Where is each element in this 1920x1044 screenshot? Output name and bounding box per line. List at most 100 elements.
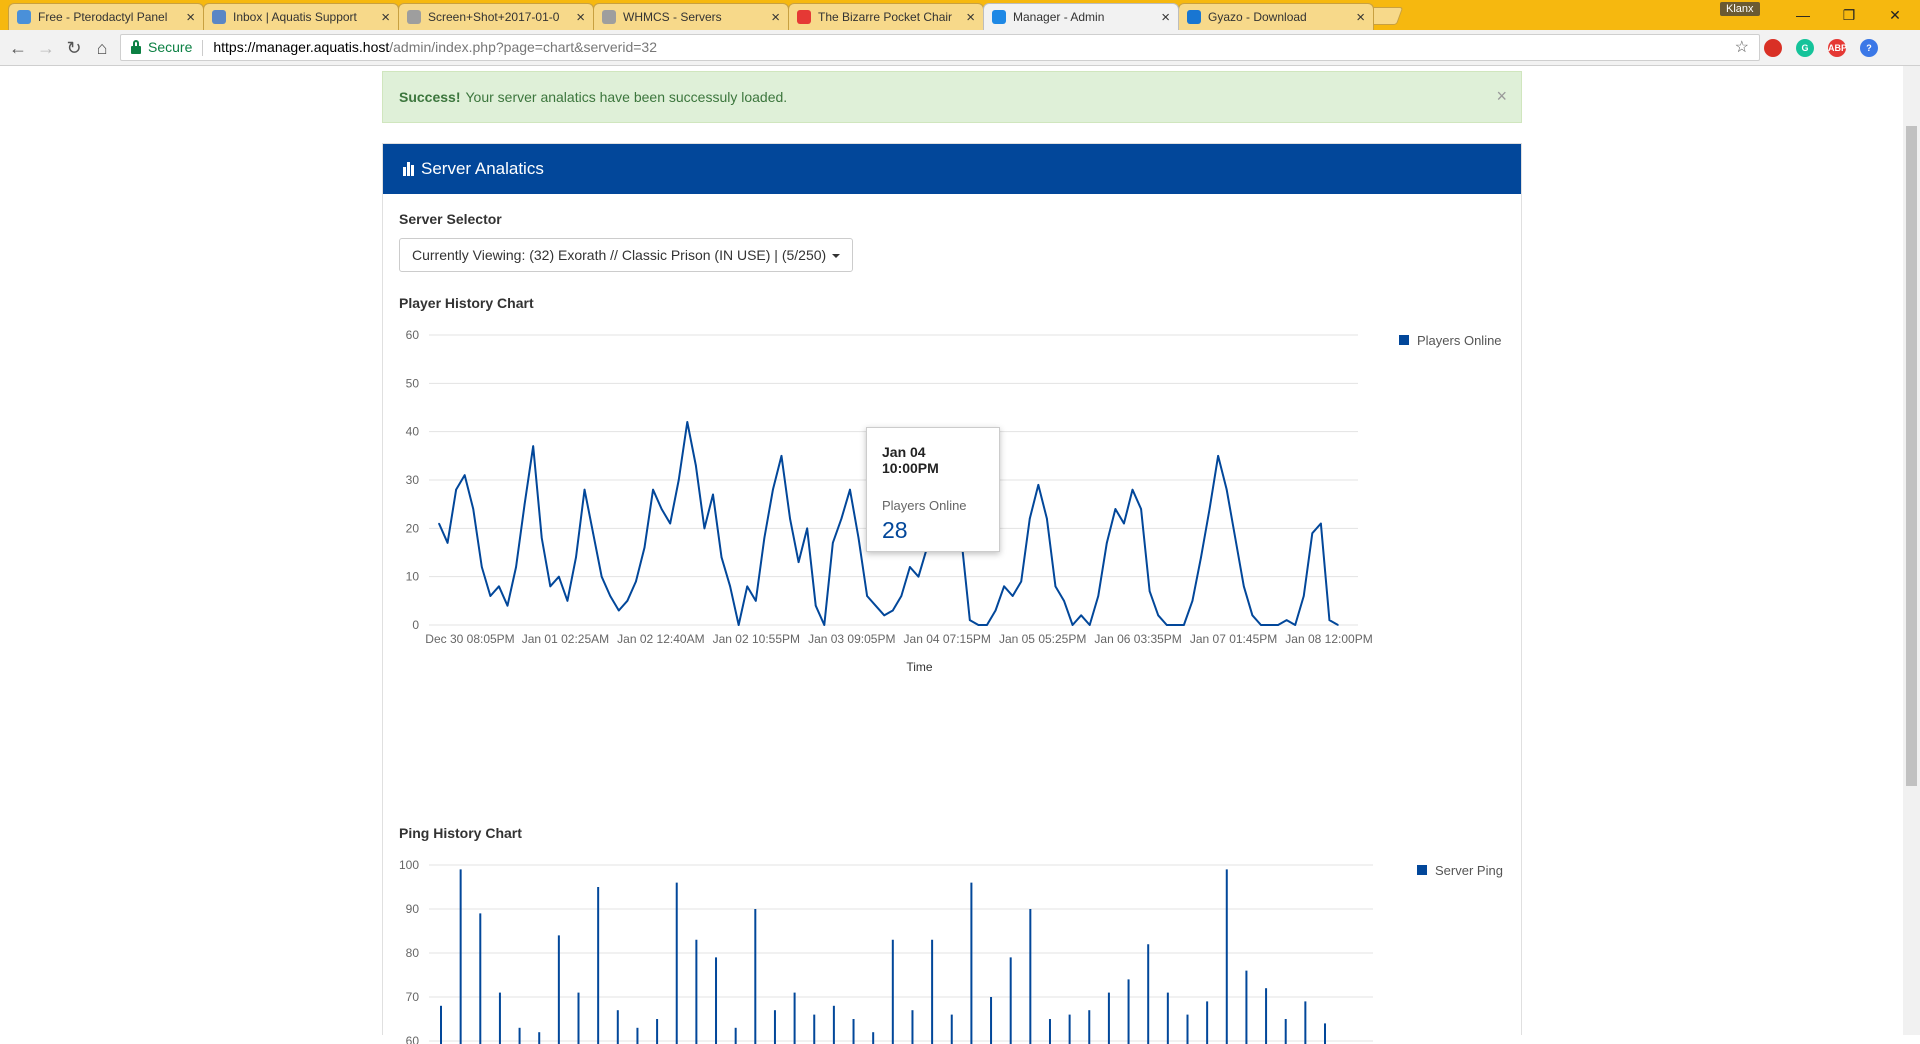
tab-title: Inbox | Aquatis Support xyxy=(233,10,357,24)
browser-tab[interactable]: The Bizarre Pocket Chair × xyxy=(788,3,984,30)
browser-tab[interactable]: Gyazo - Download × xyxy=(1178,3,1374,30)
data-point xyxy=(540,537,543,539)
data-point xyxy=(523,503,526,505)
tab-close-icon[interactable]: × xyxy=(186,9,195,26)
data-point xyxy=(643,546,646,549)
player-chart-title: Player History Chart xyxy=(399,295,534,311)
data-point xyxy=(866,595,868,597)
data-point xyxy=(874,604,877,607)
favicon-icon xyxy=(407,10,421,24)
x-tick-label: Jan 07 01:45PM xyxy=(1190,632,1277,646)
scrollbar-thumb[interactable] xyxy=(1906,126,1917,786)
data-point xyxy=(481,566,483,568)
gmail-ext-icon[interactable] xyxy=(1764,39,1782,57)
tab-close-icon[interactable]: × xyxy=(576,9,585,26)
data-point xyxy=(438,522,440,525)
data-point xyxy=(712,493,714,496)
minimize-icon[interactable]: — xyxy=(1788,4,1818,26)
home-icon[interactable]: ⌂ xyxy=(92,38,112,58)
omnibox-divider xyxy=(202,39,204,56)
data-point xyxy=(1148,590,1151,592)
grammarly-icon[interactable]: G xyxy=(1796,39,1814,57)
x-axis-label: Time xyxy=(906,660,933,674)
y-tick-label: 100 xyxy=(399,858,419,872)
data-point xyxy=(900,595,903,597)
tab-title: Screen+Shot+2017-01-0 xyxy=(428,10,560,24)
data-point xyxy=(1328,619,1331,621)
adblock-icon[interactable]: ABP xyxy=(1828,39,1847,57)
y-tick-label: 10 xyxy=(406,570,420,584)
data-point xyxy=(823,624,826,626)
tab-close-icon[interactable]: × xyxy=(1161,9,1170,26)
close-icon[interactable]: × xyxy=(1496,86,1507,107)
data-point xyxy=(1097,595,1100,597)
browser-tab[interactable]: Manager - Admin × xyxy=(983,3,1179,30)
reload-icon[interactable]: ↻ xyxy=(64,38,84,58)
data-point xyxy=(986,624,988,626)
tab-close-icon[interactable]: × xyxy=(381,9,390,26)
data-point xyxy=(797,561,800,563)
data-point xyxy=(763,537,766,539)
extension-icon[interactable]: ? xyxy=(1860,39,1878,57)
data-point xyxy=(1174,624,1177,626)
data-point xyxy=(703,527,706,530)
data-point xyxy=(1251,614,1254,617)
url-input[interactable]: Secure https://manager.aquatis.host/admi… xyxy=(120,34,1760,61)
data-point xyxy=(806,527,808,530)
chart-tooltip: Jan 04 10:00PM Players Online 28 xyxy=(866,427,1000,552)
browser-tab-strip: Klanx — ❐ ✕ Free - Pterodactyl Panel × Inb… xyxy=(0,0,1920,30)
close-window-icon[interactable]: ✕ xyxy=(1880,4,1910,26)
data-point xyxy=(994,609,997,612)
page-scrollbar[interactable] xyxy=(1903,66,1920,1035)
alert-message: Your server analatics have been successu… xyxy=(465,89,788,105)
data-point xyxy=(1037,484,1040,486)
browser-tab[interactable]: Free - Pterodactyl Panel × xyxy=(8,3,204,30)
server-selector-label: Server Selector xyxy=(399,211,502,227)
data-point xyxy=(498,585,500,588)
tab-title: Gyazo - Download xyxy=(1208,10,1307,24)
restore-icon[interactable]: ❐ xyxy=(1834,4,1864,26)
data-point xyxy=(455,488,457,491)
ping-history-chart: 60 70 80 90 100 Server Ping xyxy=(399,858,1503,1044)
x-tick-label: Jan 08 12:00PM xyxy=(1285,632,1372,646)
browser-tab[interactable]: Inbox | Aquatis Support × xyxy=(203,3,399,30)
tab-close-icon[interactable]: × xyxy=(966,9,975,26)
data-point xyxy=(626,600,629,602)
data-point xyxy=(1140,508,1142,510)
data-point xyxy=(1071,624,1074,626)
forward-icon[interactable]: → xyxy=(36,38,56,58)
data-point xyxy=(635,580,637,583)
bookmark-star-icon[interactable]: ☆ xyxy=(1735,35,1749,60)
data-point xyxy=(754,600,757,602)
x-tick-label: Jan 02 10:55PM xyxy=(713,632,800,646)
data-point xyxy=(1285,619,1288,621)
tooltip-date: Jan 04 10:00PM xyxy=(882,444,939,476)
tab-title: Manager - Admin xyxy=(1013,10,1105,24)
data-point xyxy=(489,595,492,597)
data-point xyxy=(969,619,971,621)
data-point xyxy=(849,488,851,491)
favicon-icon xyxy=(17,10,31,24)
lock-icon xyxy=(131,39,141,54)
server-selector-dropdown[interactable]: Currently Viewing: (32) Exorath // Class… xyxy=(399,238,854,272)
profile-name[interactable]: Klanx xyxy=(1720,2,1760,16)
data-point xyxy=(746,585,749,588)
data-point xyxy=(789,517,791,520)
tab-title: The Bizarre Pocket Chair xyxy=(818,10,953,24)
url-host: https://manager.aquatis.host xyxy=(213,39,390,55)
secure-label: Secure xyxy=(148,39,193,55)
data-point xyxy=(883,614,886,617)
tab-close-icon[interactable]: × xyxy=(771,9,780,26)
browser-tab[interactable]: Screen+Shot+2017-01-0 × xyxy=(398,3,594,30)
data-point xyxy=(1183,624,1185,626)
back-icon[interactable]: ← xyxy=(8,38,28,58)
data-point xyxy=(1063,600,1065,602)
data-point xyxy=(515,566,517,568)
y-tick-label: 60 xyxy=(406,1034,420,1044)
data-point xyxy=(660,508,663,510)
x-tick-label: Jan 03 09:05PM xyxy=(808,632,895,646)
data-point xyxy=(917,575,920,578)
browser-tab[interactable]: WHMCS - Servers × xyxy=(593,3,789,30)
data-point xyxy=(737,624,740,626)
tab-close-icon[interactable]: × xyxy=(1356,9,1365,26)
